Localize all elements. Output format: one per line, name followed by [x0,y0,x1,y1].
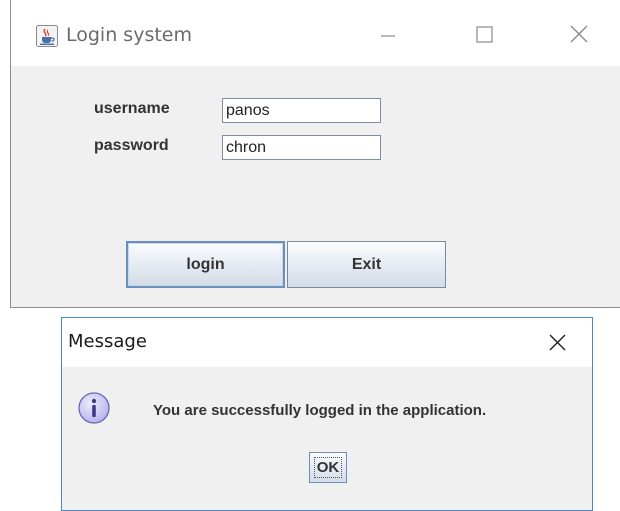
exit-button-label: Exit [351,255,382,273]
login-window: Login system username panos password chr… [10,0,620,308]
message-dialog-titlebar[interactable]: Message [62,318,592,367]
password-label: password [94,137,169,154]
minimize-icon[interactable] [373,22,403,48]
close-icon[interactable] [564,22,594,48]
password-field[interactable]: chron [222,135,381,160]
username-field[interactable]: panos [222,98,381,123]
message-dialog: Message You are successfully logged in t… [61,317,593,511]
maximize-icon[interactable] [469,22,499,48]
ok-button[interactable]: OK [309,452,347,483]
login-button[interactable]: login [126,241,285,288]
java-cup-icon [36,25,58,47]
close-icon[interactable] [544,330,570,356]
dialog-message: You are successfully logged in the appli… [153,402,487,419]
exit-button[interactable]: Exit [287,241,446,288]
login-button-label: login [186,255,225,273]
ok-button-label: OK [316,459,340,476]
info-icon [77,391,111,425]
username-label: username [94,100,170,117]
dialog-title: Message [68,331,147,352]
window-title: Login system [66,24,192,46]
login-window-titlebar[interactable]: Login system [11,0,620,66]
